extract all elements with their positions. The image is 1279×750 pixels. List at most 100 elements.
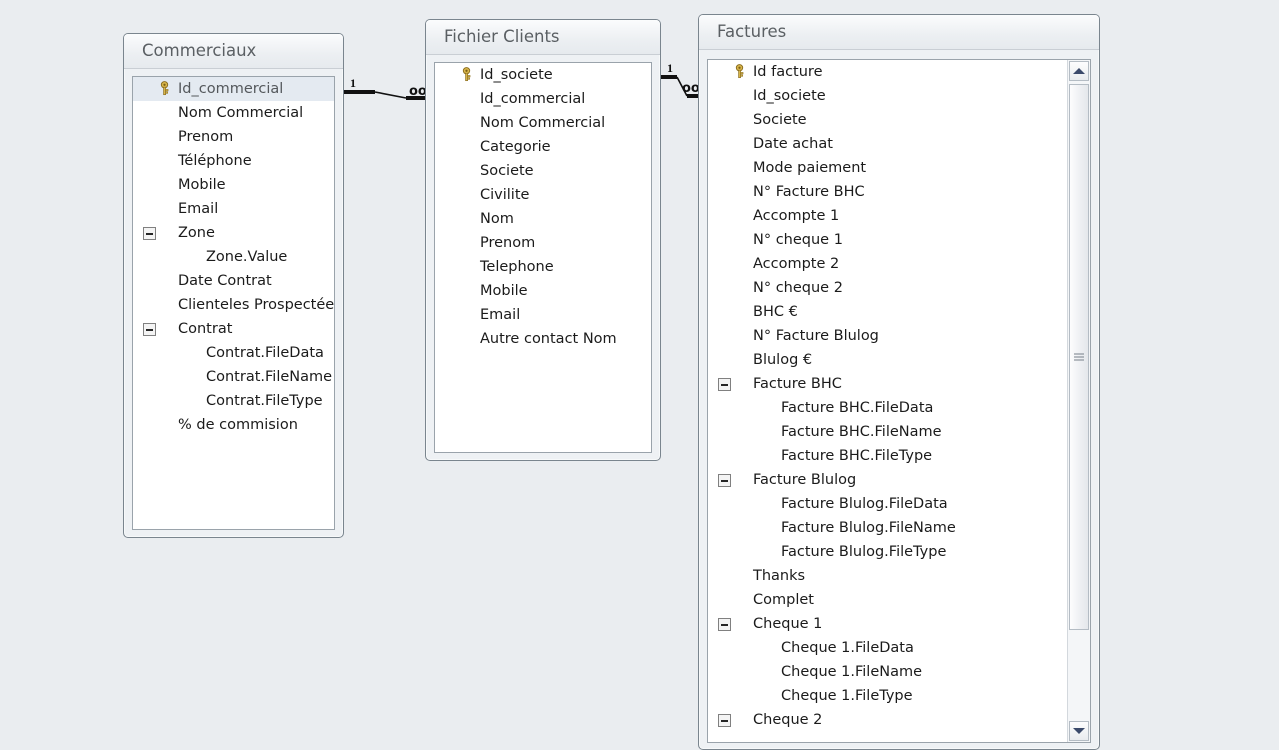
primary-key-icon — [462, 67, 471, 82]
field-row[interactable]: Nom — [435, 207, 651, 231]
field-row[interactable]: Zone.Value — [133, 245, 334, 269]
field-row[interactable]: Accompte 1 — [708, 204, 1090, 228]
field-row[interactable]: Nom Commercial — [133, 101, 334, 125]
field-row[interactable]: Zone — [133, 221, 334, 245]
table-title-factures[interactable]: Factures — [699, 15, 1099, 50]
relationship-one-label-1: 1 — [350, 76, 356, 90]
field-row[interactable]: Civilite — [435, 183, 651, 207]
field-label: Facture Blulog — [753, 472, 857, 488]
table-title-fichier-clients[interactable]: Fichier Clients — [426, 20, 660, 55]
field-row[interactable]: Complet — [708, 588, 1090, 612]
field-row[interactable]: BHC € — [708, 300, 1090, 324]
field-row[interactable]: Email — [435, 303, 651, 327]
field-row[interactable]: N° Facture Blulog — [708, 324, 1090, 348]
collapse-minus-icon[interactable] — [718, 378, 731, 391]
field-row[interactable]: Id facture — [708, 60, 1090, 84]
field-row[interactable]: Blulog € — [708, 348, 1090, 372]
field-row[interactable]: Clienteles Prospectées — [133, 293, 334, 317]
field-row[interactable]: Facture Blulog — [708, 468, 1090, 492]
field-label: Nom Commercial — [178, 105, 304, 121]
field-row[interactable]: Facture Blulog.FileType — [708, 540, 1090, 564]
field-row[interactable]: Facture BHC — [708, 372, 1090, 396]
field-row[interactable]: Nom Commercial — [435, 111, 651, 135]
field-row[interactable]: Thanks — [708, 564, 1090, 588]
field-label: Facture BHC.FileType — [781, 448, 933, 464]
field-row[interactable]: Id_societe — [435, 63, 651, 87]
field-row[interactable]: Societe — [435, 159, 651, 183]
field-label: Complet — [753, 592, 814, 608]
field-row[interactable]: Cheque 1 — [708, 612, 1090, 636]
field-row[interactable]: Categorie — [435, 135, 651, 159]
field-row[interactable]: Facture BHC.FileData — [708, 396, 1090, 420]
field-row[interactable]: Facture BHC.FileType — [708, 444, 1090, 468]
field-row[interactable]: Id_commercial — [435, 87, 651, 111]
field-label: Autre contact Nom — [480, 331, 617, 347]
field-row[interactable]: Id_commercial — [133, 77, 334, 101]
field-row[interactable]: Date achat — [708, 132, 1090, 156]
collapse-minus-icon[interactable] — [718, 618, 731, 631]
field-row[interactable]: Facture Blulog.FileName — [708, 516, 1090, 540]
field-row[interactable]: Telephone — [435, 255, 651, 279]
field-label: Email — [178, 201, 219, 217]
field-row[interactable]: Email — [133, 197, 334, 221]
field-label: Facture BHC.FileName — [781, 424, 942, 440]
scrollbar-thumb[interactable] — [1069, 84, 1089, 630]
field-label: Civilite — [480, 187, 530, 203]
field-row[interactable]: N° cheque 1 — [708, 228, 1090, 252]
field-row[interactable]: Accompte 2 — [708, 252, 1090, 276]
field-row[interactable]: Prenom — [133, 125, 334, 149]
field-row[interactable]: Cheque 1.FileName — [708, 660, 1090, 684]
field-row[interactable]: Mobile — [435, 279, 651, 303]
table-title-commerciaux[interactable]: Commerciaux — [124, 34, 343, 69]
field-row[interactable]: Societe — [708, 108, 1090, 132]
field-label: Nom — [480, 211, 514, 227]
field-label: Mobile — [178, 177, 226, 193]
primary-key-icon — [160, 81, 169, 96]
field-label: Contrat.FileName — [206, 369, 333, 385]
field-label: Zone.Value — [206, 249, 288, 265]
field-row[interactable]: Date Contrat — [133, 269, 334, 293]
field-row[interactable]: Facture BHC.FileName — [708, 420, 1090, 444]
collapse-minus-icon[interactable] — [718, 714, 731, 727]
field-label: Accompte 2 — [753, 256, 840, 272]
field-row[interactable]: % de commision — [133, 413, 334, 437]
field-row[interactable]: Autre contact Nom — [435, 327, 651, 351]
table-window-factures[interactable]: Factures Id facture Id_societe Societe D… — [698, 14, 1100, 750]
field-list-container-commerciaux[interactable]: Id_commercial Nom Commercial Prenom Télé… — [132, 76, 335, 530]
field-row[interactable]: Contrat.FileType — [133, 389, 334, 413]
field-row[interactable]: Cheque 1.FileType — [708, 684, 1090, 708]
field-row[interactable]: Cheque 2 — [708, 708, 1090, 732]
chevron-up-icon — [1073, 68, 1085, 74]
field-row[interactable]: Contrat.FileData — [133, 341, 334, 365]
field-row[interactable]: Téléphone — [133, 149, 334, 173]
field-label: Thanks — [753, 568, 806, 584]
field-row[interactable]: Mobile — [133, 173, 334, 197]
table-window-commerciaux[interactable]: Commerciaux Id_commercial Nom Commercial — [123, 33, 344, 538]
field-label: Cheque 2 — [753, 712, 823, 728]
chevron-down-icon — [1073, 728, 1085, 734]
collapse-minus-icon[interactable] — [143, 227, 156, 240]
primary-key-icon — [735, 64, 744, 79]
field-list-factures: Id facture Id_societe Societe Date achat… — [708, 60, 1090, 732]
scroll-down-arrow-button[interactable] — [1069, 721, 1089, 741]
table-window-fichier-clients[interactable]: Fichier Clients Id_societe Id_commercial — [425, 19, 661, 461]
field-label: Telephone — [480, 259, 554, 275]
collapse-minus-icon[interactable] — [718, 474, 731, 487]
vertical-scrollbar-factures[interactable] — [1067, 60, 1090, 742]
field-row[interactable]: Id_societe — [708, 84, 1090, 108]
field-label: Categorie — [480, 139, 551, 155]
field-row[interactable]: Facture Blulog.FileData — [708, 492, 1090, 516]
field-list-commerciaux: Id_commercial Nom Commercial Prenom Télé… — [133, 77, 334, 437]
field-row[interactable]: Contrat.FileName — [133, 365, 334, 389]
field-row[interactable]: Contrat — [133, 317, 334, 341]
field-row[interactable]: N° Facture BHC — [708, 180, 1090, 204]
field-list-container-fichier-clients[interactable]: Id_societe Id_commercial Nom Commercial … — [434, 62, 652, 453]
collapse-minus-icon[interactable] — [143, 323, 156, 336]
field-row[interactable]: Prenom — [435, 231, 651, 255]
field-row[interactable]: Mode paiement — [708, 156, 1090, 180]
scroll-up-arrow-button[interactable] — [1069, 61, 1089, 81]
field-list-container-factures[interactable]: Id facture Id_societe Societe Date achat… — [707, 59, 1091, 743]
field-row[interactable]: Cheque 1.FileData — [708, 636, 1090, 660]
field-row[interactable]: N° cheque 2 — [708, 276, 1090, 300]
relationships-canvas[interactable]: 1 oo 1 oo Commerciaux Id_commercial Nom … — [0, 0, 1279, 750]
